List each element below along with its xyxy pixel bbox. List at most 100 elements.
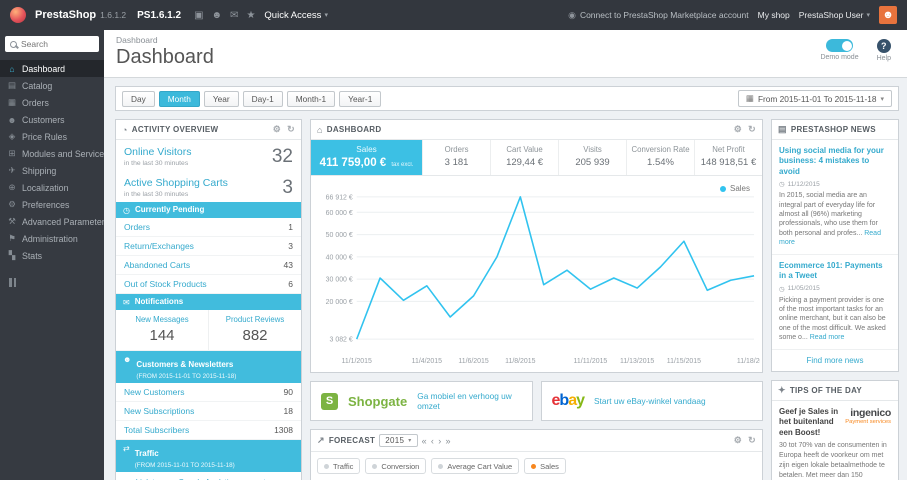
- online-visitors-link[interactable]: Online Visitors: [124, 146, 192, 158]
- svg-text:40 000 €: 40 000 €: [326, 254, 353, 261]
- kpi-cart-value[interactable]: Cart Value 129,44 €: [491, 140, 560, 175]
- google-analytics-link[interactable]: → Link to your Google Analytics account: [116, 472, 301, 480]
- clock-icon: ◷: [779, 285, 785, 293]
- filter-year-1-button[interactable]: Year-1: [339, 90, 382, 107]
- sidebar-item-modules-and-services[interactable]: ⊞ Modules and Services: [0, 145, 104, 162]
- sidebar-item-shipping[interactable]: ✈ Shipping: [0, 162, 104, 179]
- total-subscribers-row: Total Subscribers 1308: [116, 421, 301, 440]
- kpi-value: 3 181: [444, 157, 469, 168]
- pending-orders-value: 1: [288, 222, 293, 232]
- pending-orders-link[interactable]: Orders: [124, 222, 150, 232]
- refresh-icon[interactable]: ↻: [748, 124, 756, 135]
- forecast-legend-sales[interactable]: Sales: [524, 458, 566, 474]
- prev-page-icon[interactable]: ‹: [431, 436, 434, 446]
- returns-row: Return/Exchanges 3: [116, 237, 301, 256]
- refresh-icon[interactable]: ↻: [748, 435, 756, 446]
- article-title-link[interactable]: Using social media for your business: 4 …: [779, 146, 891, 177]
- new-customers-link[interactable]: New Customers: [124, 387, 184, 397]
- activity-panel-title: ACTIVITY OVERVIEW: [131, 125, 219, 134]
- new-subscriptions-link[interactable]: New Subscriptions: [124, 406, 194, 416]
- forecast-legend-conversion[interactable]: Conversion: [365, 458, 427, 474]
- clock-icon: ◷: [123, 206, 130, 215]
- prestashop-logo[interactable]: [10, 7, 26, 23]
- last-page-icon[interactable]: »: [446, 436, 451, 446]
- active-carts-link[interactable]: Active Shopping Carts: [124, 177, 228, 189]
- filter-month-button[interactable]: Month: [158, 90, 200, 107]
- sidebar-item-catalog[interactable]: ▤ Catalog: [0, 77, 104, 94]
- shopgate-cta-link[interactable]: Ga mobiel en verhoog uw omzet: [417, 391, 521, 411]
- ebay-letter: a: [568, 392, 577, 409]
- abandoned-carts-link[interactable]: Abandoned Carts: [124, 260, 190, 270]
- kpi-conversion-rate[interactable]: Conversion Rate 1.54%: [627, 140, 696, 175]
- out-of-stock-link[interactable]: Out of Stock Products: [124, 279, 207, 289]
- new-messages-cell[interactable]: New Messages 144: [116, 310, 209, 350]
- chart-legend[interactable]: Sales: [719, 184, 750, 193]
- kpi-orders[interactable]: Orders 3 181: [423, 140, 492, 175]
- home-icon: ⌂: [317, 124, 323, 135]
- brand-name[interactable]: PrestaShop: [35, 9, 96, 21]
- ebay-cta-link[interactable]: Start uw eBay-winkel vandaag: [594, 396, 706, 406]
- returns-link[interactable]: Return/Exchanges: [124, 241, 194, 251]
- kpi-sales[interactable]: Sales 411 759,00 € tax excl.: [311, 140, 424, 175]
- shop-name[interactable]: PS1.6.1.2: [137, 10, 181, 21]
- sidebar-item-advanced-parameters[interactable]: ⚒ Advanced Parameters: [0, 213, 104, 230]
- sidebar-search[interactable]: [5, 36, 99, 52]
- date-range-button[interactable]: ▦ From 2015-11-01 To 2015-11-18 ▾: [737, 90, 892, 107]
- product-reviews-cell[interactable]: Product Reviews 882: [209, 310, 301, 350]
- reviews-icon[interactable]: ★: [246, 10, 255, 21]
- year-select[interactable]: 2015 ▾: [379, 434, 418, 447]
- sidebar-item-administration[interactable]: ⚑ Administration: [0, 230, 104, 247]
- avatar[interactable]: ☻: [879, 6, 897, 24]
- gear-icon[interactable]: ⚙: [273, 124, 281, 135]
- filter-day-1-button[interactable]: Day-1: [242, 90, 283, 107]
- cart-icon[interactable]: ▣: [194, 10, 203, 21]
- kpi-net-profit[interactable]: Net Profit 148 918,51 €: [695, 140, 762, 175]
- sidebar-item-stats[interactable]: ▚ Stats: [0, 247, 104, 264]
- forecast-legend-traffic[interactable]: Traffic: [317, 458, 361, 474]
- sidebar-item-customers[interactable]: ☻ Customers: [0, 111, 104, 128]
- article-title-link[interactable]: Ecommerce 101: Payments in a Tweet: [779, 261, 891, 282]
- customers-quick-icon[interactable]: ☻: [212, 10, 223, 21]
- search-input[interactable]: [21, 39, 94, 49]
- next-page-icon[interactable]: ›: [438, 436, 441, 446]
- messages-icon[interactable]: ✉: [230, 10, 238, 21]
- quick-access-menu[interactable]: Quick Access ▾: [264, 10, 328, 21]
- envelope-icon: ✉: [123, 298, 130, 307]
- filter-day-button[interactable]: Day: [122, 90, 155, 107]
- kpi-visits[interactable]: Visits 205 939: [559, 140, 628, 175]
- help-icon[interactable]: ?: [876, 39, 891, 53]
- preferences-icon: ⚙: [8, 199, 16, 209]
- sidebar-item-orders[interactable]: ▦ Orders: [0, 94, 104, 111]
- kpi-value: 205 939: [575, 157, 610, 168]
- shopgate-ad[interactable]: S Shopgate Ga mobiel en verhoog uw omzet: [310, 381, 533, 421]
- sidebar-item-localization[interactable]: ⊕ Localization: [0, 179, 104, 196]
- advanced-parameters-icon: ⚒: [8, 216, 16, 226]
- svg-text:60 000 €: 60 000 €: [326, 210, 353, 217]
- section-title: Notifications: [134, 297, 184, 306]
- activity-icon: ◔: [122, 124, 128, 135]
- read-more-link[interactable]: Read more: [810, 334, 845, 341]
- forecast-legend-average-cart-value[interactable]: Average Cart Value: [431, 458, 520, 474]
- my-shop-link[interactable]: My shop: [758, 10, 790, 20]
- demo-mode-control: Demo mode: [820, 39, 859, 62]
- sidebar-item-label: Preferences: [22, 199, 70, 210]
- sidebar-item-preferences[interactable]: ⚙ Preferences: [0, 196, 104, 213]
- filter-year-button[interactable]: Year: [203, 90, 239, 107]
- legend-label: Sales: [540, 461, 559, 471]
- gear-icon[interactable]: ⚙: [734, 124, 742, 135]
- gear-icon[interactable]: ⚙: [734, 435, 742, 446]
- marketplace-connect-link[interactable]: ◉ Connect to PrestaShop Marketplace acco…: [568, 10, 749, 21]
- total-subscribers-link[interactable]: Total Subscribers: [124, 425, 189, 435]
- sidebar-item-dashboard[interactable]: ⌂ Dashboard: [0, 60, 104, 77]
- ingenico-logo[interactable]: ingenico Payment services: [845, 407, 891, 438]
- refresh-icon[interactable]: ↻: [287, 124, 295, 135]
- sidebar-item-price-rules[interactable]: ◈ Price Rules: [0, 128, 104, 145]
- user-menu[interactable]: PrestaShop User ▾: [799, 10, 870, 20]
- first-page-icon[interactable]: «: [422, 436, 427, 446]
- ebay-ad[interactable]: ebay Start uw eBay-winkel vandaag: [540, 381, 763, 421]
- filter-month-1-button[interactable]: Month-1: [286, 90, 336, 107]
- breadcrumb[interactable]: Dashboard: [116, 35, 895, 45]
- demo-mode-toggle[interactable]: [826, 39, 854, 52]
- collapse-sidebar-button[interactable]: [9, 278, 95, 287]
- find-more-news-link[interactable]: Find more news: [772, 350, 898, 371]
